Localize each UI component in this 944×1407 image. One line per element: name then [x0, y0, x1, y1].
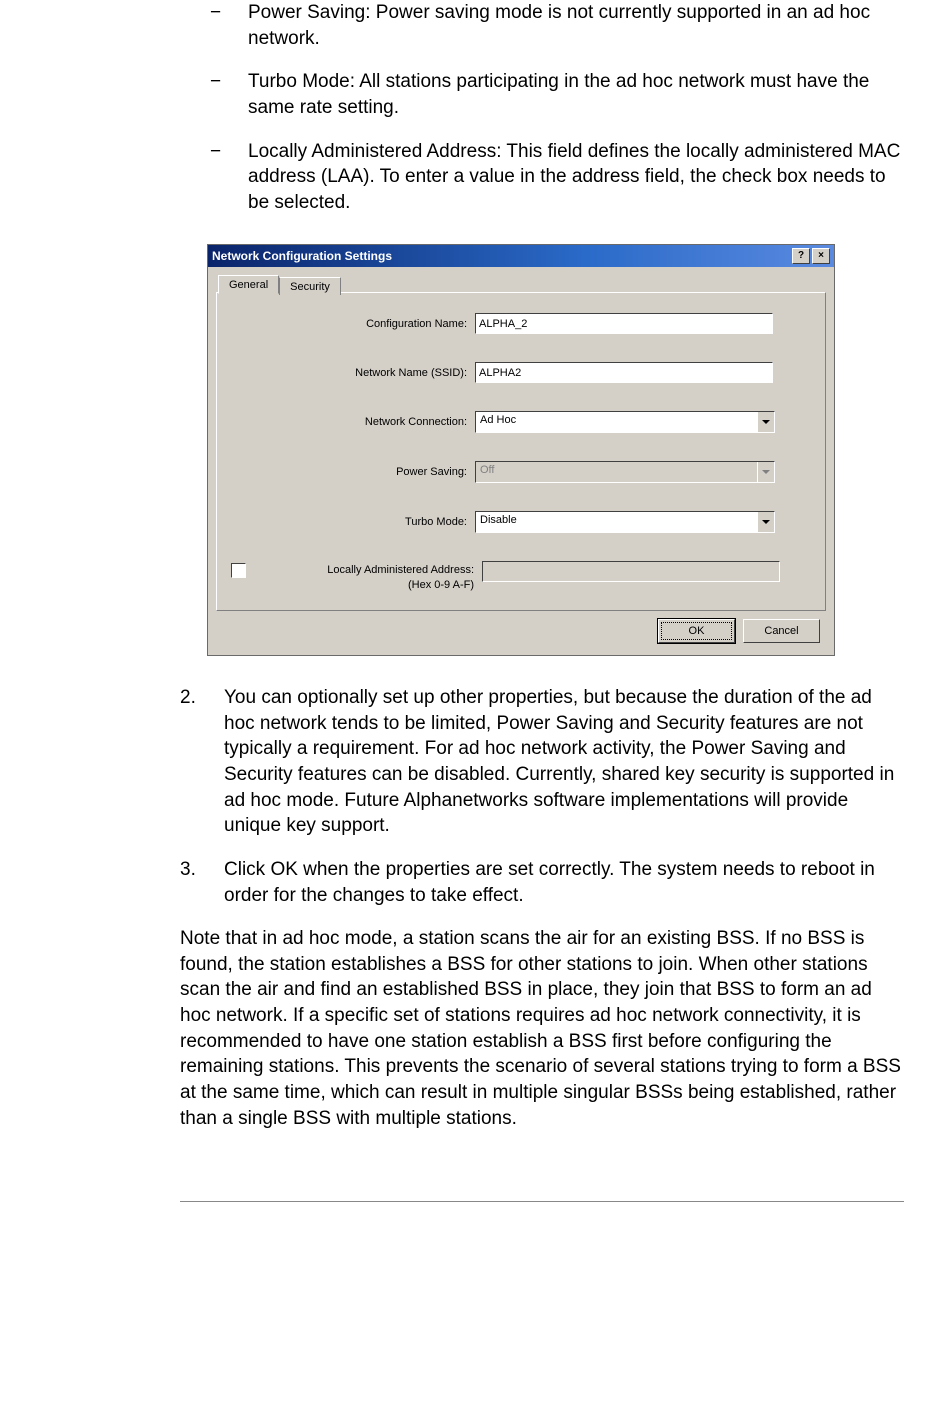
chevron-down-icon[interactable]: [757, 412, 774, 432]
close-icon[interactable]: ×: [812, 248, 830, 264]
list-text: Click OK when the properties are set cor…: [224, 859, 875, 906]
list-number: 3.: [180, 857, 196, 883]
tab-strip: General Security: [216, 275, 826, 293]
turbo-mode-select[interactable]: Disable: [475, 511, 775, 533]
tab-panel-general: Configuration Name: Network Name (SSID):…: [216, 292, 826, 611]
list-text: You can optionally set up other properti…: [224, 687, 894, 836]
cancel-button[interactable]: Cancel: [743, 619, 820, 643]
network-config-dialog: Network Configuration Settings ? × Gener…: [208, 245, 834, 655]
network-name-ssid-input[interactable]: [475, 362, 773, 383]
label-network-name-ssid: Network Name (SSID):: [231, 367, 475, 379]
footer-divider: [180, 1201, 904, 1202]
turbo-mode-value: Disable: [476, 512, 757, 532]
label-power-saving: Power Saving:: [231, 466, 475, 478]
numbered-item: 2. You can optionally set up other prope…: [180, 685, 904, 839]
bullet-item: Turbo Mode: All stations participating i…: [210, 69, 904, 120]
network-connection-select[interactable]: Ad Hoc: [475, 411, 775, 433]
bullet-item: Power Saving: Power saving mode is not c…: [210, 0, 904, 51]
ok-button[interactable]: OK: [658, 619, 735, 643]
label-laa-line1: Locally Administered Address:: [327, 564, 474, 576]
tab-security[interactable]: Security: [279, 277, 341, 295]
numbered-list: 2. You can optionally set up other prope…: [180, 685, 904, 908]
tab-general[interactable]: General: [218, 275, 279, 294]
label-turbo-mode: Turbo Mode:: [231, 516, 475, 528]
label-configuration-name: Configuration Name:: [231, 318, 475, 330]
note-paragraph: Note that in ad hoc mode, a station scan…: [180, 926, 904, 1131]
help-icon[interactable]: ?: [792, 248, 810, 264]
label-laa-line2: (Hex 0-9 A-F): [408, 579, 474, 591]
laa-checkbox[interactable]: [231, 563, 246, 578]
dialog-title: Network Configuration Settings: [212, 249, 392, 263]
chevron-down-icon[interactable]: [757, 512, 774, 532]
list-number: 2.: [180, 685, 196, 711]
label-network-connection: Network Connection:: [231, 416, 475, 428]
power-saving-select: Off: [475, 461, 775, 483]
chevron-down-icon: [757, 462, 774, 482]
bullet-item: Locally Administered Address: This field…: [210, 139, 904, 216]
network-connection-value: Ad Hoc: [476, 412, 757, 432]
bullet-list: Power Saving: Power saving mode is not c…: [180, 0, 904, 215]
configuration-name-input[interactable]: [475, 313, 773, 334]
numbered-item: 3. Click OK when the properties are set …: [180, 857, 904, 908]
laa-input: [482, 561, 780, 582]
dialog-titlebar: Network Configuration Settings ? ×: [208, 245, 834, 267]
power-saving-value: Off: [476, 462, 757, 482]
